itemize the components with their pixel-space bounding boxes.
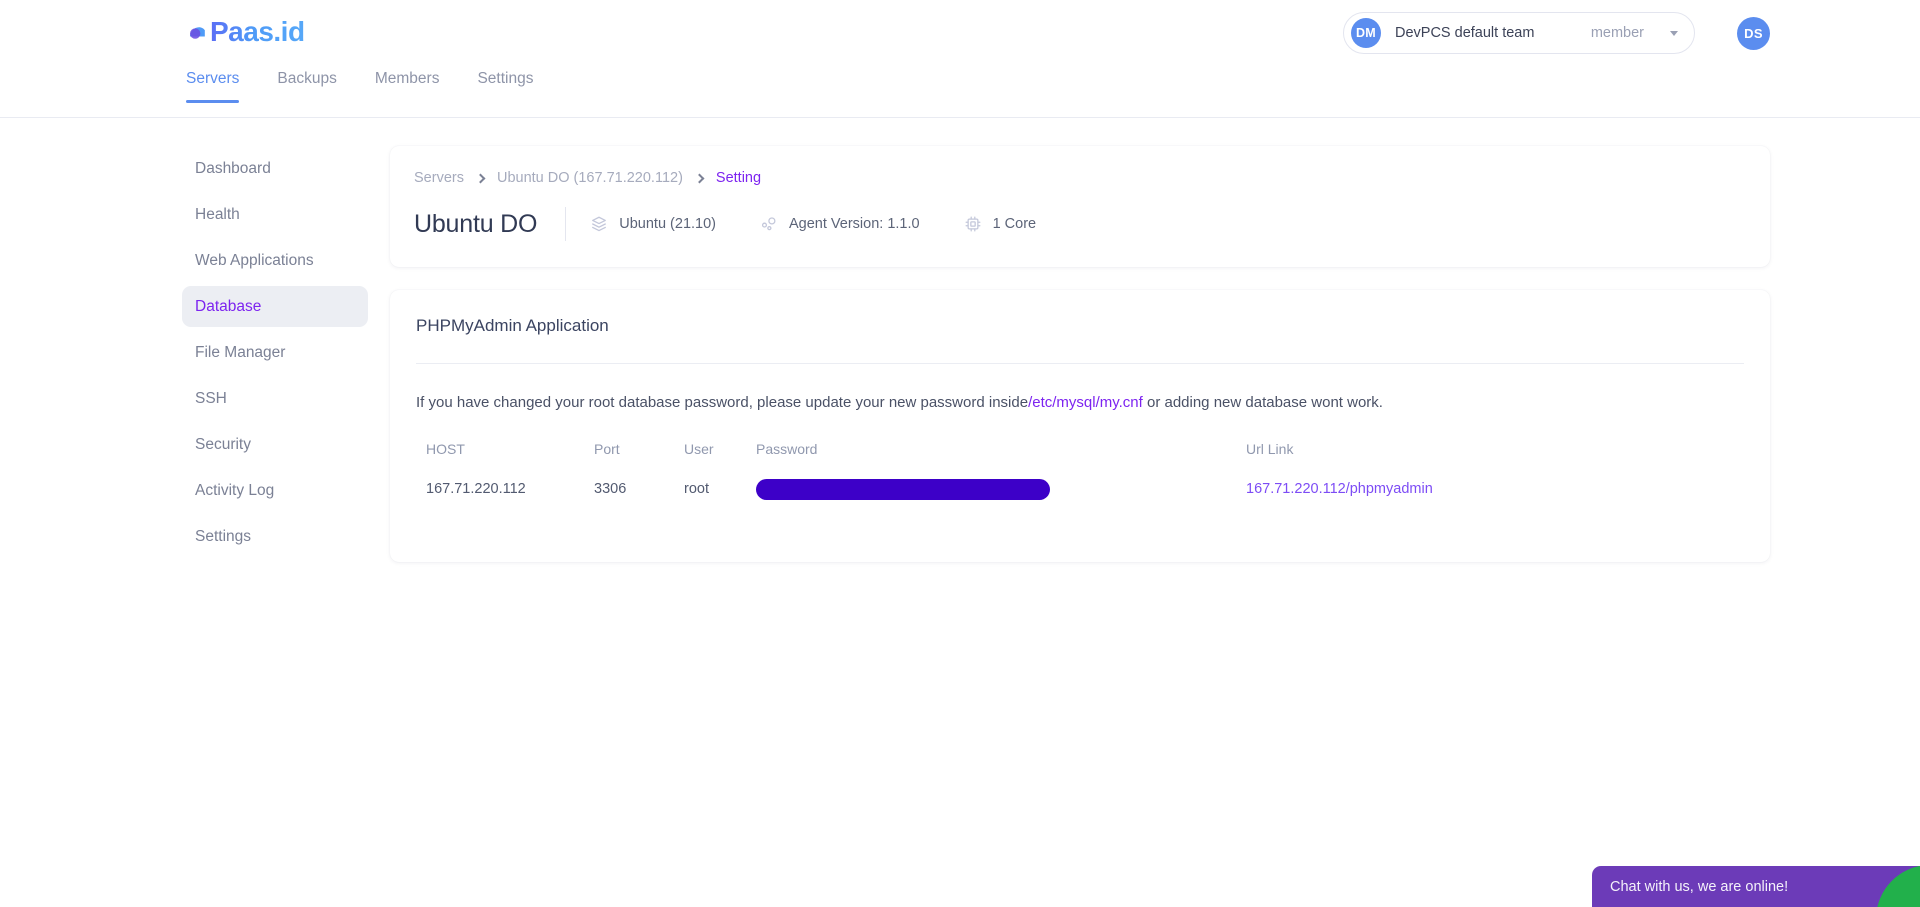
sidebar-item-security[interactable]: Security bbox=[182, 424, 368, 465]
sidebar-item-file-manager[interactable]: File Manager bbox=[182, 332, 368, 373]
brand-name: Paas.id bbox=[210, 16, 305, 47]
chevron-right-icon bbox=[475, 173, 486, 183]
phpmyadmin-title: PHPMyAdmin Application bbox=[416, 316, 609, 335]
cell-password bbox=[756, 478, 1246, 500]
server-summary-row: Ubuntu DO Ubuntu (21.10) Agent Version: … bbox=[414, 207, 1746, 241]
tab-members[interactable]: Members bbox=[375, 70, 440, 102]
network-nodes-icon bbox=[760, 215, 778, 233]
cell-url-link: 167.71.220.112/phpmyadmin bbox=[1246, 479, 1744, 500]
server-header-card: Servers Ubuntu DO (167.71.220.112) Setti… bbox=[390, 146, 1770, 267]
chevron-right-icon bbox=[694, 173, 705, 183]
page-body: Dashboard Health Web Applications Databa… bbox=[0, 118, 1920, 562]
tab-backups[interactable]: Backups bbox=[277, 70, 336, 102]
password-mask-bar[interactable] bbox=[756, 478, 1050, 500]
table-header-row: HOST Port User Password Url Link bbox=[416, 441, 1744, 479]
chat-widget[interactable]: Chat with us, we are online! bbox=[1592, 866, 1920, 907]
chat-status-online-indicator bbox=[1876, 866, 1920, 907]
team-avatar: DM bbox=[1351, 18, 1381, 48]
cell-user: root bbox=[684, 481, 709, 497]
divider bbox=[565, 207, 567, 241]
sidebar-nav: Dashboard Health Web Applications Databa… bbox=[182, 146, 368, 562]
top-bar: Paas.id DM DevPCS default team member DS bbox=[0, 0, 1920, 70]
sidebar-item-activity-log[interactable]: Activity Log bbox=[182, 470, 368, 511]
note-text-after: or adding new database wont work. bbox=[1142, 394, 1383, 411]
config-path-link[interactable]: /etc/mysql/my.cnf bbox=[1028, 394, 1143, 411]
server-os-info: Ubuntu (21.10) bbox=[590, 215, 716, 233]
breadcrumb-item-setting[interactable]: Setting bbox=[716, 170, 761, 186]
team-role: member bbox=[1590, 25, 1644, 41]
column-header-host: HOST bbox=[426, 440, 465, 457]
main-content: Servers Ubuntu DO (167.71.220.112) Setti… bbox=[390, 146, 1770, 562]
breadcrumb-item-servers[interactable]: Servers bbox=[414, 170, 464, 186]
column-header-user: User bbox=[684, 440, 714, 457]
page-title: Ubuntu DO bbox=[414, 209, 538, 238]
server-cpu-info: 1 Core bbox=[964, 215, 1037, 233]
phpmyadmin-card: PHPMyAdmin Application If you have chang… bbox=[390, 290, 1770, 562]
table-row: 167.71.220.112 3306 root 167.71.220.112/… bbox=[416, 478, 1744, 500]
sidebar-item-dashboard[interactable]: Dashboard bbox=[182, 148, 368, 189]
chat-widget-label: Chat with us, we are online! bbox=[1610, 878, 1789, 895]
divider bbox=[416, 363, 1744, 364]
brand-logo[interactable]: Paas.id bbox=[186, 16, 305, 48]
server-os-label: Ubuntu (21.10) bbox=[619, 216, 716, 232]
layers-icon bbox=[590, 215, 608, 233]
tab-servers[interactable]: Servers bbox=[186, 70, 240, 103]
cpu-chip-icon bbox=[964, 215, 982, 233]
chevron-down-icon bbox=[1670, 30, 1678, 36]
sidebar-item-database[interactable]: Database bbox=[182, 286, 368, 327]
server-agent-label: Agent Version: 1.1.0 bbox=[789, 216, 920, 232]
phpmyadmin-note: If you have changed your root database p… bbox=[416, 392, 1744, 415]
cell-host: 167.71.220.112 bbox=[426, 481, 526, 497]
note-text-before: If you have changed your root database p… bbox=[416, 394, 1029, 411]
main-tab-bar: Servers Backups Members Settings bbox=[0, 70, 1920, 118]
column-header-port: Port bbox=[594, 440, 620, 457]
cloud-logo-icon bbox=[186, 21, 208, 43]
database-credentials-table: HOST Port User Password Url Link 167.71.… bbox=[416, 441, 1744, 500]
phpmyadmin-url-link[interactable]: 167.71.220.112/phpmyadmin bbox=[1246, 481, 1433, 497]
cell-port: 3306 bbox=[594, 481, 627, 497]
team-name: DevPCS default team bbox=[1395, 25, 1535, 41]
user-avatar[interactable]: DS bbox=[1737, 17, 1770, 50]
column-header-url-link: Url Link bbox=[1246, 440, 1294, 457]
column-header-password: Password bbox=[756, 440, 818, 457]
sidebar-item-web-applications[interactable]: Web Applications bbox=[182, 240, 368, 281]
server-cpu-label: 1 Core bbox=[992, 216, 1037, 232]
tab-settings[interactable]: Settings bbox=[477, 70, 533, 102]
breadcrumb-item-server[interactable]: Ubuntu DO (167.71.220.112) bbox=[497, 170, 683, 186]
sidebar-item-ssh[interactable]: SSH bbox=[182, 378, 368, 419]
breadcrumb: Servers Ubuntu DO (167.71.220.112) Setti… bbox=[414, 170, 1746, 186]
server-agent-info: Agent Version: 1.1.0 bbox=[760, 215, 920, 233]
sidebar-item-settings[interactable]: Settings bbox=[182, 516, 368, 557]
team-selector[interactable]: DM DevPCS default team member bbox=[1343, 12, 1695, 54]
sidebar-item-health[interactable]: Health bbox=[182, 194, 368, 235]
